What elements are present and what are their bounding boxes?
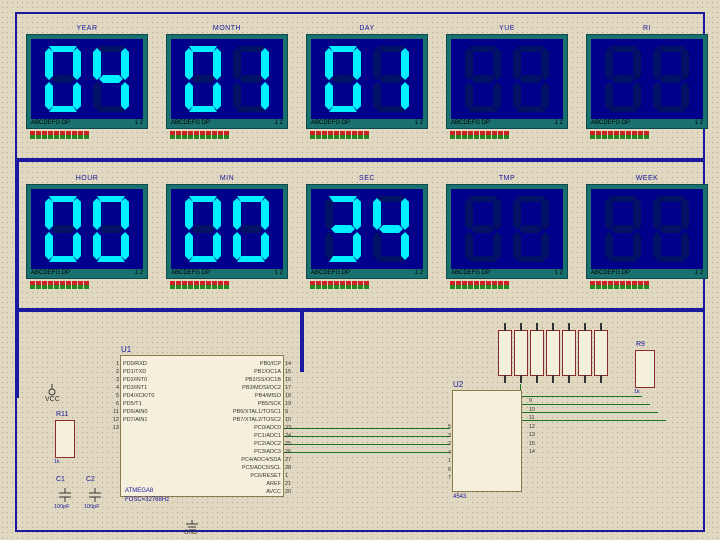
display-label: YEAR [26,25,148,32]
display-sec[interactable]: SEC ABCDEFG DP1 2 [306,175,428,289]
resistor-r5[interactable] [546,330,560,376]
display-label: RI [586,25,708,32]
resistor-r2[interactable] [498,330,512,376]
display-row-1: YEAR ABCDEFG DP1 2 MONTH ABCDEFG DP1 2 D… [26,25,694,139]
u1-right-labels: PB0/ICPPB1/OC1APB2/SS/OC1BPB3/MOSI/OC2PB… [209,360,281,496]
u2-left-pins: 5324167 [439,423,451,483]
c1-value: 100pF [54,504,70,510]
bus-v-left [15,158,19,398]
r11-value: 1k [54,459,60,465]
u2-part: 4543 [453,494,466,500]
resistor-r3[interactable] [514,330,528,376]
resistor-r4[interactable] [530,330,544,376]
r9-value: 1k [634,389,640,395]
display-body: ABCDEFG DP1 2 [586,34,708,129]
u1-osc: FOSC=32768Hz [125,497,169,503]
cap-c2[interactable]: C2 100pF [86,488,104,502]
display-hour[interactable]: HOUR ABCDEFG DP1 2 [26,175,148,289]
display-label: MIN [166,175,288,182]
display-day[interactable]: DAY ABCDEFG DP1 2 [306,25,428,139]
display-body: ABCDEFG DP1 2 [26,184,148,279]
resistor-r8[interactable] [594,330,608,376]
u1-part: ATMEGA8 [125,488,153,494]
resistor-r6[interactable] [562,330,576,376]
resistor-r7[interactable] [578,330,592,376]
u1-right-nums: 14151617181991023242526272812120 [285,360,295,496]
display-label: TMP [446,175,568,182]
wire-6 [522,396,642,397]
wire-1 [282,428,450,429]
display-tmp[interactable]: TMP ABCDEFG DP1 2 [446,175,568,289]
bus-v-mid [300,308,304,372]
r11-label: R11 [56,411,68,418]
display-body: ABCDEFG DP1 2 [306,184,428,279]
display-body: ABCDEFG DP1 2 [26,34,148,129]
u1-name: U1 [121,345,131,354]
display-label: MONTH [166,25,288,32]
bus-h-1 [15,158,705,162]
wire-2 [282,436,450,437]
wire-7 [522,404,650,405]
u1-left-nums: 123456111213 [109,360,119,432]
display-yue[interactable]: YUE ABCDEFG DP1 2 [446,25,568,139]
gnd-label: GND [184,520,200,536]
display-body: ABCDEFG DP1 2 [586,184,708,279]
resistor-array [498,330,608,376]
display-label: DAY [306,25,428,32]
display-min[interactable]: MIN ABCDEFG DP1 2 [166,175,288,289]
display-label: YUE [446,25,568,32]
display-body: ABCDEFG DP1 2 [306,34,428,129]
u2-name: U2 [453,380,463,389]
display-ri[interactable]: RI ABCDEFG DP1 2 [586,25,708,139]
u1-left-labels: PD0/RXDPD1/TXDPD2/INT0PD3/INT1PD4/XCK/T0… [123,360,195,424]
u2-right-pins: 9101112131514 [529,397,535,457]
display-month[interactable]: MONTH ABCDEFG DP1 2 [166,25,288,139]
display-label: WEEK [586,175,708,182]
display-body: ABCDEFG DP1 2 [166,184,288,279]
wire-4 [282,452,450,453]
c1-label: C1 [56,476,65,483]
c2-value: 100pF [84,504,100,510]
display-row-2: HOUR ABCDEFG DP1 2 MIN ABCDEFG DP1 2 SEC… [26,175,694,289]
display-label: HOUR [26,175,148,182]
display-body: ABCDEFG DP1 2 [446,34,568,129]
chip-u1[interactable]: U1 PD0/RXDPD1/TXDPD2/INT0PD3/INT1PD4/XCK… [120,355,284,497]
cap-c1[interactable]: C1 100pF [56,488,74,502]
r9-label: R9 [636,341,645,348]
vcc-label: VCC [45,384,60,403]
wire-8 [522,412,658,413]
wire-3 [282,444,450,445]
resistor-r9[interactable]: R9 1k [635,350,655,388]
wire-9 [522,420,666,421]
display-body: ABCDEFG DP1 2 [446,184,568,279]
display-body: ABCDEFG DP1 2 [166,34,288,129]
resistor-r11[interactable]: R11 1k [55,420,75,458]
display-week[interactable]: WEEK ABCDEFG DP1 2 [586,175,708,289]
display-label: SEC [306,175,428,182]
display-year[interactable]: YEAR ABCDEFG DP1 2 [26,25,148,139]
chip-u2[interactable]: U2 9101112131514 5324167 4543 [452,390,522,492]
c2-label: C2 [86,476,95,483]
bus-h-2 [15,308,705,312]
